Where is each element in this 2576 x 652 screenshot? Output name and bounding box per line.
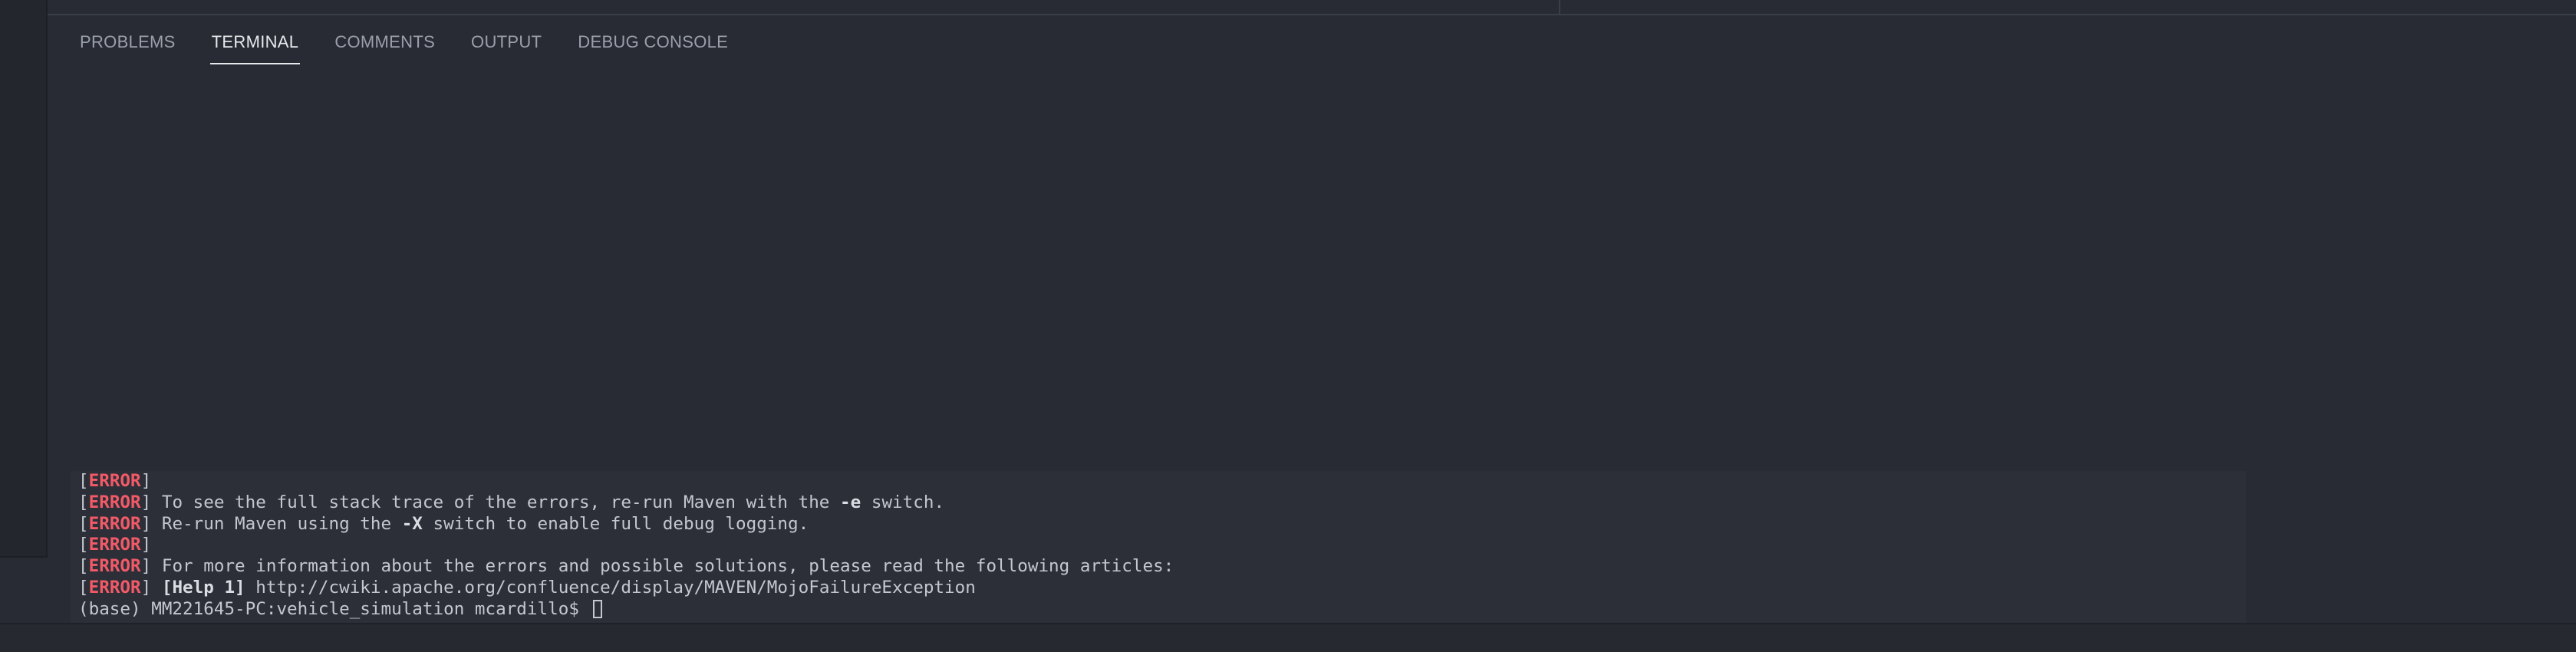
terminal-prompt-line[interactable]: (base) MM221645-PC:vehicle_simulation mc… bbox=[78, 599, 2246, 621]
terminal-line: [ERROR] For more information about the e… bbox=[78, 556, 1174, 577]
tab-problems[interactable]: PROBLEMS bbox=[80, 15, 176, 66]
panel-tab-bar: PROBLEMS TERMINAL COMMENTS OUTPUT DEBUG … bbox=[48, 15, 2576, 71]
terminal-line: [ERROR] Re-run Maven using the -X switch… bbox=[78, 513, 809, 534]
error-tag: ERROR bbox=[88, 492, 141, 512]
terminal-line: [ERROR] To see the full stack trace of t… bbox=[78, 492, 945, 512]
error-tag: ERROR bbox=[88, 577, 141, 598]
tab-comments[interactable]: COMMENTS bbox=[334, 15, 435, 66]
terminal-line: [ERROR] bbox=[78, 535, 152, 555]
error-tag: ERROR bbox=[88, 513, 141, 534]
tab-debug-console[interactable]: DEBUG CONSOLE bbox=[578, 15, 728, 66]
editor-split-divider[interactable] bbox=[1559, 0, 1560, 14]
error-tag: ERROR bbox=[88, 535, 141, 555]
tab-output[interactable]: OUTPUT bbox=[471, 15, 542, 66]
status-strip bbox=[0, 624, 2576, 652]
terminal-line: [ERROR] bbox=[78, 471, 152, 491]
error-tag: ERROR bbox=[88, 471, 141, 491]
vscode-window: PROBLEMS TERMINAL COMMENTS OUTPUT DEBUG … bbox=[0, 0, 2576, 652]
terminal-prompt: (base) MM221645-PC:vehicle_simulation mc… bbox=[78, 598, 579, 619]
terminal-line: [ERROR] [Help 1] http://cwiki.apache.org… bbox=[78, 577, 976, 598]
terminal-output[interactable]: [ERROR] [ERROR] To see the full stack tr… bbox=[71, 471, 2246, 623]
tab-terminal[interactable]: TERMINAL bbox=[209, 15, 300, 66]
editor-area-edge bbox=[48, 0, 2576, 15]
terminal-cursor bbox=[592, 599, 602, 618]
activity-bar bbox=[0, 0, 48, 556]
error-tag: ERROR bbox=[88, 556, 141, 577]
divider bbox=[0, 556, 48, 558]
